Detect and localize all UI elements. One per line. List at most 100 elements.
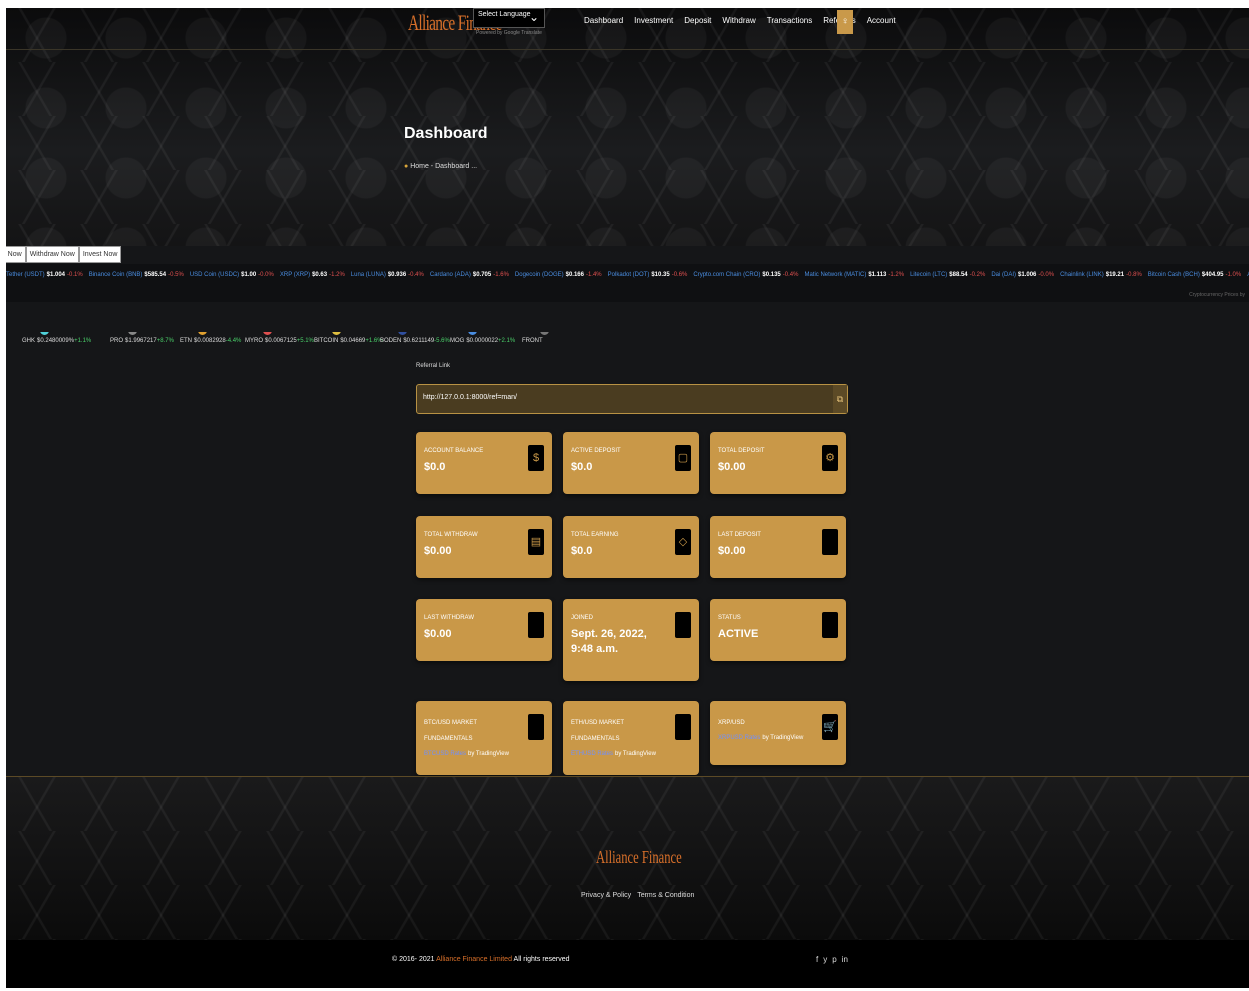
ticker-item-change: -1.4% [585,272,602,278]
nav-dashboard[interactable]: Dashboard [584,16,623,25]
ticker-item-name: Polkadot (DOT) [607,272,650,278]
coin-ticker-item[interactable]: ETN $0.0082928-4.4% [180,332,241,344]
coin-ticker-item[interactable]: FRONT [522,332,549,344]
breadcrumb-text[interactable]: Home - Dashboard ... [410,163,477,170]
tradingview-credit[interactable]: by TradingView [615,751,656,757]
user-icon[interactable]: ♀ [837,10,853,34]
nav-deposit[interactable]: Deposit [684,16,711,25]
stat-card-label: JOINED [571,615,594,621]
copyright-suffix: All rights reserved [513,956,570,963]
referral-link-field[interactable]: http://127.0.0.1:8000/ref=man/ ⧉ [416,384,848,414]
nav-withdraw[interactable]: Withdraw [722,16,755,25]
coin-ticker-item[interactable]: BODEN $0.6211149-5.6% [380,332,450,344]
ticker-item-change: -0.6% [671,272,688,278]
coin-ticker-item[interactable]: MOG $0.0000022+2.1% [450,332,516,344]
nav-investment[interactable]: Investment [634,16,673,25]
ticker-item[interactable]: Luna (LUNA) $0.936 -0.4% [351,272,424,278]
coin-ticker-item[interactable]: PRO $1.9967217+8.7% [110,332,174,344]
market-card: BTC/USD MARKET FUNDAMENTALS BTCUSD Rates b… [416,701,552,775]
ticker-item[interactable]: Litecoin (LTC) $88.54 -0.2% [910,272,985,278]
twitter-icon[interactable]: y [823,955,827,964]
ticker-item-change: -1.6% [493,272,509,278]
nav-account[interactable]: Account [867,16,896,25]
ticker-item[interactable]: Dai (DAI) $1.006 -0.0% [991,272,1054,278]
market-card: XRP/USD XRPUSD Rates by TradingView 🛒 [710,701,846,765]
ticker-item-price: $1.00 [241,272,257,278]
coin-ticker-item[interactable]: BITCOIN $0.04669+1.6% [314,332,383,344]
ticker-item-name: Luna (LUNA) [350,272,386,278]
rates-link[interactable]: XRPUSD Rates [718,735,760,741]
deposit-now-button[interactable]: Deposit Now [6,246,26,263]
ticker-item-name: Bitcoin Cash (BCH) [1147,272,1200,278]
stat-card-value: $0.00 [424,628,452,640]
stat-card: LAST WITHDRAW $0.00 [416,599,552,661]
ticker-item-price: $1.113 [868,272,887,278]
ticker-item-change: -1.2% [888,272,905,278]
quick-actions: Deposit Now Withdraw Now Invest Now [6,246,122,263]
ticker-item[interactable]: Crypto.com Chain (CRO) $0.135 -0.4% [693,272,798,278]
stat-card: JOINED Sept. 26, 2022, 9:48 a.m. [563,599,699,681]
market-card-label: XRP/USD [718,720,745,726]
market-card-label: ETH/USD MARKET FUNDAMENTALS [571,720,624,742]
market-card: ETH/USD MARKET FUNDAMENTALS ETHUSD Rates b… [563,701,699,775]
ticker-item-change: -0.5% [168,272,184,278]
ticker-item[interactable]: Tether (USDT) $1.004 -0.1% [6,272,83,278]
ticker-item[interactable]: Matic Network (MATIC) $1.113 -1.2% [804,272,904,278]
coin-icon [468,332,477,335]
privacy-policy-link[interactable]: Privacy & Policy [581,892,631,899]
coin-change: +2.1% [498,338,516,344]
rates-link[interactable]: BTCUSD Rates [424,751,466,757]
coin-value: $0.2480009% [37,338,75,344]
tradingview-credit[interactable]: by TradingView [468,751,509,757]
copy-icon[interactable]: ⧉ [833,385,847,413]
coin-icon [263,332,272,335]
ticker-item-change: -0.0% [258,272,274,278]
coin-value: $0.6211149 [403,338,435,344]
footer-logo[interactable]: Alliance Finance [596,847,682,868]
ticker-item[interactable]: Cardano (ADA) $0.705 -1.6% [430,272,509,278]
ticker-item[interactable]: Polkadot (DOT) $10.35 -0.6% [608,272,688,278]
ticker-item-name: USD Coin (USDC) [189,272,240,278]
ticker-item-price: $0.936 [387,272,407,278]
rates-link[interactable]: ETHUSD Rates [571,751,613,757]
linkedin-icon[interactable]: in [842,955,848,964]
nav-transactions[interactable]: Transactions [767,16,813,25]
coin-ticker-item[interactable]: MYRO $0.0067125+5.1% [245,332,314,344]
tradingview-link-row: XRPUSD Rates by TradingView [718,735,838,741]
stat-card-label: ACCOUNT BALANCE [424,448,484,454]
facebook-icon[interactable]: f [816,955,818,964]
stat-card-value: $0.00 [718,461,746,473]
ticker-item-change: -0.1% [67,272,83,278]
ticker-item[interactable]: Chainlink (LINK) $19.21 -0.8% [1060,272,1142,278]
coin-ticker-item[interactable]: GHK $0.2480009%+1.1% [22,332,91,344]
withdraw-now-button[interactable]: Withdraw Now [25,246,79,263]
ticker-item-price: $88.54 [949,272,968,278]
language-select[interactable]: Select Language ⌄ [473,8,545,28]
ticker-item-price: $19.21 [1105,272,1125,278]
stat-card: ACTIVE DEPOSIT $0.0 ▢ [563,432,699,494]
ticker-item[interactable]: Bitcoin Cash (BCH) $404.95 -1.0% [1148,272,1241,278]
pinterest-icon[interactable]: p [832,955,836,964]
ticker-item-name: Dai (DAI) [991,272,1017,278]
invest-now-button[interactable]: Invest Now [78,246,122,263]
ticker-item[interactable]: Dogecoin (DOGE) $0.166 -1.4% [515,272,602,278]
market-card-icon [675,714,691,740]
ticker-item[interactable]: Binance Coin (BNB) $585.54 -0.5% [89,272,184,278]
stat-card-label: STATUS [718,615,741,621]
ticker-item[interactable]: XRP (XRP) $0.63 -1.2% [280,272,345,278]
hero-banner: Alliance Finance Select Language ⌄ Power… [6,8,1249,246]
tradingview-link-row: ETHUSD Rates by TradingView [571,751,691,757]
stat-card-value: $0.0 [424,461,446,473]
terms-link[interactable]: Terms & Condition [637,892,694,899]
ticker-item-change: -0.4% [408,272,424,278]
ticker-item-name: Dogecoin (DOGE) [514,272,564,278]
ticker-item[interactable]: USD Coin (USDC) $1.00 -0.0% [190,272,274,278]
stat-card-value: Sept. 26, 2022, 9:48 a.m. [571,628,647,655]
stat-card-label: TOTAL DEPOSIT [718,448,765,454]
stat-card: STATUS ACTIVE [710,599,846,661]
stat-card-value: $0.00 [718,545,746,557]
copyright-brand[interactable]: Alliance Finance Limited [436,956,512,963]
ticker-credit[interactable]: Cryptocurrency Prices by [1189,292,1245,298]
stat-card-label: ACTIVE DEPOSIT [571,448,621,454]
tradingview-credit[interactable]: by TradingView [762,735,803,741]
